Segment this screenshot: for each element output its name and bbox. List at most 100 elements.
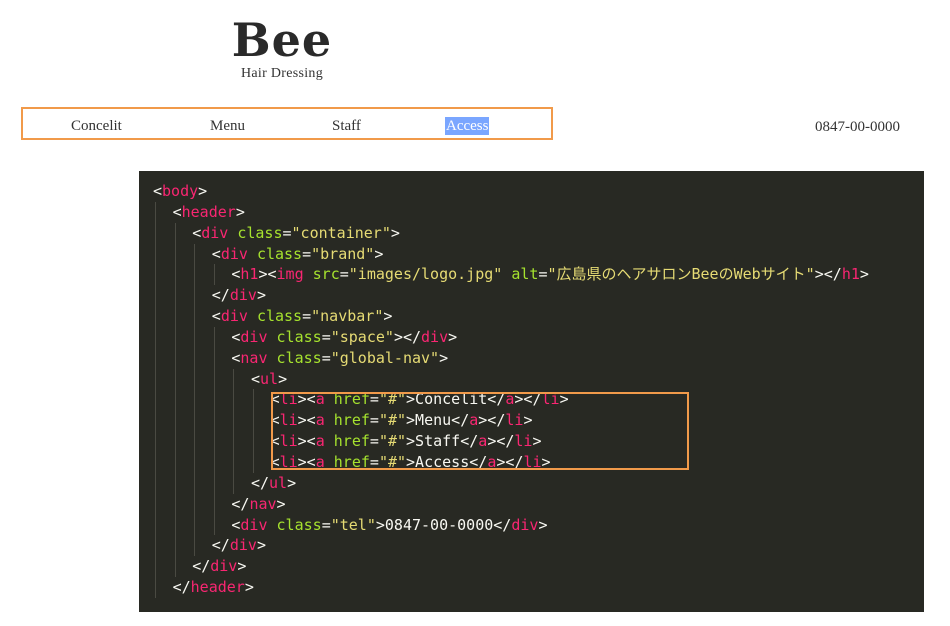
indent-guide: [173, 535, 193, 557]
indent-guide: [192, 264, 212, 286]
indent-guide: [173, 556, 193, 577]
indent-guide: [173, 493, 193, 515]
code-line: <div class="space"></div>: [153, 326, 869, 348]
logo-subtitle: Hair Dressing: [240, 66, 324, 81]
indent-guide: [212, 264, 232, 286]
code-line: <h1><img src="images/logo.jpg" alt="広島県の…: [153, 264, 869, 286]
code-token: >: [439, 348, 449, 367]
code-token: <: [211, 244, 221, 263]
code-token: div: [421, 327, 449, 346]
nav-link-concelit[interactable]: Concelit: [71, 117, 122, 135]
code-token: =: [321, 348, 331, 367]
indent-guide: [212, 326, 232, 348]
code-token: h1: [240, 265, 259, 284]
code-token: =: [321, 327, 331, 346]
code-line: <div class="tel">0847-00-0000</div>: [153, 514, 869, 536]
indent-guide: [153, 431, 173, 452]
code-token: >: [383, 307, 393, 326]
code-token: </: [250, 473, 270, 492]
indent-guide: [231, 410, 251, 431]
code-token: >: [244, 578, 254, 597]
code-token: div: [229, 536, 257, 555]
code-token: </: [192, 557, 211, 576]
code-line: </nav>: [153, 493, 869, 515]
indent-guide: [231, 472, 251, 494]
indent-guide: [173, 389, 193, 411]
code-highlight-box: [271, 392, 689, 470]
indent-guide: [173, 368, 193, 390]
code-token: >: [235, 202, 245, 221]
code-token: </: [211, 286, 230, 305]
code-token: alt: [511, 265, 539, 284]
indent-guide: [192, 389, 212, 411]
code-token: >: [256, 536, 266, 555]
indent-guide: [192, 347, 212, 369]
indent-guide: [231, 451, 251, 473]
indent-guide: [212, 514, 232, 536]
indent-guide: [153, 577, 173, 598]
indent-guide: [212, 347, 232, 369]
indent-guide: [251, 389, 271, 411]
indent-guide: [153, 410, 173, 431]
indent-guide: [192, 410, 212, 431]
code-line: </div>: [153, 535, 869, 557]
indent-guide: [173, 243, 193, 265]
code-token: </: [172, 578, 191, 597]
code-token: header: [181, 202, 236, 221]
indent-guide: [173, 285, 193, 306]
code-token: class: [237, 223, 283, 242]
indent-guide: [212, 431, 232, 452]
code-token: </: [211, 536, 230, 555]
code-token: >: [448, 327, 458, 346]
indent-guide: [192, 285, 212, 306]
code-token: div: [201, 223, 229, 242]
code-token: >: [538, 515, 548, 534]
indent-guide: [153, 347, 173, 369]
code-token: h1: [841, 265, 860, 284]
code-line: <body>: [153, 181, 869, 202]
indent-guide: [153, 243, 173, 265]
code-token: =: [302, 307, 312, 326]
indent-guide: [192, 368, 212, 390]
indent-guide: [251, 410, 271, 431]
code-token: src: [312, 265, 340, 284]
code-token: >: [374, 244, 384, 263]
code-token: ul: [260, 369, 279, 388]
code-token: >: [390, 223, 400, 242]
code-token: >0847-00-0000</: [375, 515, 512, 534]
code-line: </div>: [153, 285, 869, 306]
code-token: div: [220, 307, 248, 326]
code-token: class: [256, 244, 303, 263]
indent-guide: [192, 472, 212, 494]
indent-guide: [173, 431, 193, 452]
code-token: =: [282, 223, 292, 242]
indent-guide: [173, 514, 193, 536]
code-token: "広島県のヘアサロンBeeのWebサイト": [547, 265, 815, 284]
indent-guide: [192, 243, 212, 265]
nav-link-menu[interactable]: Menu: [210, 117, 245, 135]
code-line: <nav class="global-nav">: [153, 347, 869, 369]
code-token: div: [220, 244, 248, 263]
indent-guide: [153, 306, 173, 327]
code-token: =: [321, 515, 331, 534]
code-token: "brand": [311, 244, 375, 263]
indent-guide: [212, 472, 232, 494]
indent-guide: [192, 431, 212, 452]
code-token: =: [302, 244, 312, 263]
nav-link-access[interactable]: Access: [445, 117, 490, 135]
indent-guide: [173, 264, 193, 286]
code-token: >: [287, 473, 297, 492]
nav-link-staff[interactable]: Staff: [332, 117, 361, 135]
indent-guide: [192, 326, 212, 348]
code-token: >: [198, 182, 208, 200]
code-line: <div class="container">: [153, 222, 869, 244]
code-token: class: [276, 327, 322, 346]
indent-guide: [153, 264, 173, 286]
site-logo[interactable]: Bee Hair Dressing: [222, 14, 342, 81]
logo-word: Bee: [231, 13, 333, 67]
code-token: >: [278, 369, 288, 388]
indent-guide: [173, 326, 193, 348]
